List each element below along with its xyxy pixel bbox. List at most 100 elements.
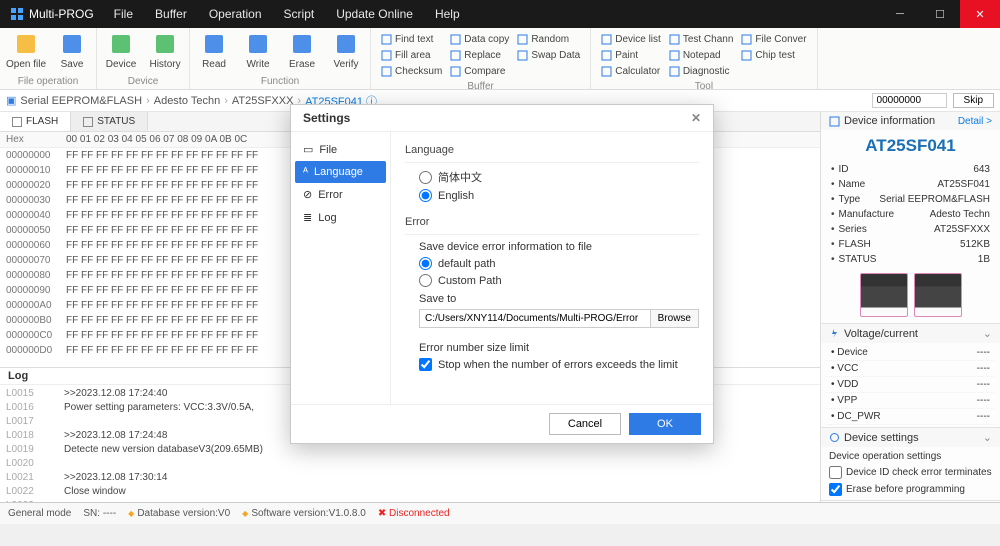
setting-erase-before[interactable]: Erase before programming bbox=[827, 481, 994, 498]
menu-script[interactable]: Script bbox=[274, 0, 325, 28]
hex-head-label: Hex bbox=[6, 134, 66, 145]
device-name: AT25SF041 bbox=[821, 130, 1000, 162]
sw-version: Software version:V1.0.8.0 bbox=[242, 508, 366, 519]
dlg-nav-error[interactable]: ⊘Error bbox=[295, 183, 386, 206]
window-buttons: ─ ☐ ✕ bbox=[880, 0, 1000, 28]
volt-vcc: • VCC---- bbox=[827, 361, 994, 377]
tab-flash[interactable]: FLASH bbox=[0, 112, 71, 131]
verify-button[interactable]: Verify bbox=[328, 30, 364, 70]
menu-buffer[interactable]: Buffer bbox=[145, 0, 197, 28]
save-path-input[interactable] bbox=[419, 309, 651, 328]
menu-help[interactable]: Help bbox=[425, 0, 470, 28]
tool-replace[interactable]: Replace bbox=[450, 48, 509, 63]
browse-button[interactable]: Browse bbox=[651, 309, 699, 328]
cancel-button[interactable]: Cancel bbox=[549, 413, 621, 435]
log-line: L0019Detecte new version databaseV3(209.… bbox=[6, 443, 814, 457]
limit-checkbox[interactable]: Stop when the number of errors exceeds t… bbox=[419, 358, 699, 371]
device-settings-head[interactable]: Device settings ⌄ bbox=[821, 428, 1000, 447]
open-file-button[interactable]: Open file bbox=[6, 30, 46, 70]
save-icon bbox=[58, 30, 86, 58]
dlg-nav-log[interactable]: ≣Log bbox=[295, 206, 386, 229]
tool-file-conver[interactable]: File Conver bbox=[741, 32, 806, 47]
device-thumb[interactable] bbox=[914, 273, 962, 317]
log-icon: ≣ bbox=[303, 211, 312, 224]
dev-row-flash: FLASH512KB bbox=[821, 237, 1000, 252]
voltage-title: Voltage/current bbox=[844, 328, 918, 340]
tool-device-list[interactable]: Device list bbox=[601, 32, 661, 47]
verify-icon bbox=[332, 30, 360, 58]
tool-data-copy[interactable]: Data copy bbox=[450, 32, 509, 47]
tool-checksum[interactable]: Checksum bbox=[381, 64, 442, 79]
gear-icon bbox=[829, 432, 840, 443]
language-icon: ᴬ bbox=[303, 166, 308, 178]
erase-button[interactable]: Erase bbox=[284, 30, 320, 70]
chip-icon bbox=[829, 116, 840, 127]
tool-notepad[interactable]: Notepad bbox=[669, 48, 734, 63]
minimize-button[interactable]: ─ bbox=[880, 0, 920, 28]
tool-test-chann[interactable]: Test Chann bbox=[669, 32, 734, 47]
voltage-head[interactable]: Voltage/current ⌄ bbox=[821, 324, 1000, 343]
tool-find-text[interactable]: Find text bbox=[381, 32, 442, 47]
tab-status[interactable]: STATUS bbox=[71, 112, 148, 131]
write-button[interactable]: Write bbox=[240, 30, 276, 70]
menu-file[interactable]: File bbox=[104, 0, 143, 28]
address-input[interactable] bbox=[872, 93, 947, 108]
tool-paint[interactable]: Paint bbox=[601, 48, 661, 63]
log-line: L0022Close window bbox=[6, 485, 814, 499]
volt-vdd: • VDD---- bbox=[827, 377, 994, 393]
menu-operation[interactable]: Operation bbox=[199, 0, 272, 28]
bc-item[interactable]: AT25SFXXX bbox=[232, 95, 294, 107]
maximize-button[interactable]: ☐ bbox=[920, 0, 960, 28]
voltage-panel: Voltage/current ⌄ • Device----• VCC----•… bbox=[821, 324, 1000, 428]
custom-path-radio[interactable]: Custom Path bbox=[419, 274, 699, 287]
default-path-radio[interactable]: default path bbox=[419, 257, 699, 270]
dialog-close-button[interactable]: ✕ bbox=[691, 111, 701, 125]
limit-label: Error number size limit bbox=[419, 342, 699, 354]
volt-device: • Device---- bbox=[827, 345, 994, 361]
error-label: Error bbox=[405, 216, 699, 228]
close-button[interactable]: ✕ bbox=[960, 0, 1000, 28]
bc-item[interactable]: Adesto Techn bbox=[154, 95, 220, 107]
lang-en-radio[interactable]: English bbox=[419, 189, 699, 202]
detail-link[interactable]: Detail > bbox=[958, 116, 992, 127]
error-icon: ⊘ bbox=[303, 188, 312, 201]
device-info-head[interactable]: Device information Detail > bbox=[821, 112, 1000, 130]
skip-button[interactable]: Skip bbox=[953, 93, 994, 108]
tool-random[interactable]: Random bbox=[517, 32, 580, 47]
ribbon: Open fileSaveFile operationDeviceHistory… bbox=[0, 28, 1000, 90]
tool-diagnostic[interactable]: Diagnostic bbox=[669, 64, 734, 79]
titlebar: Multi-PROG FileBufferOperationScriptUpda… bbox=[0, 0, 1000, 28]
dlg-nav-language[interactable]: ᴬLanguage bbox=[295, 161, 386, 183]
tool-compare[interactable]: Compare bbox=[450, 64, 509, 79]
ribbon-group-function: ReadWriteEraseVerifyFunction bbox=[190, 28, 371, 89]
dev-row-status: STATUS1B bbox=[821, 252, 1000, 267]
checkbox[interactable] bbox=[829, 483, 842, 496]
dev-row-manufacture: ManufactureAdesto Techn bbox=[821, 207, 1000, 222]
save-button[interactable]: Save bbox=[54, 30, 90, 70]
dialog-footer: Cancel OK bbox=[291, 404, 713, 443]
device-button[interactable]: Device bbox=[103, 30, 139, 70]
erase-icon bbox=[288, 30, 316, 58]
db-version: Database version:V0 bbox=[128, 508, 230, 519]
tab-icon bbox=[12, 117, 22, 127]
setting-id-check[interactable]: Device ID check error terminates the op bbox=[827, 464, 994, 481]
device-icon bbox=[107, 30, 135, 58]
ok-button[interactable]: OK bbox=[629, 413, 701, 435]
mode-label: General mode bbox=[8, 508, 71, 519]
tool-swap-data[interactable]: Swap Data bbox=[517, 48, 580, 63]
device-thumb[interactable] bbox=[860, 273, 908, 317]
lang-cn-radio[interactable]: 简体中文 bbox=[419, 169, 699, 185]
save-to-label: Save to bbox=[419, 293, 699, 305]
chevron-down-icon: ⌄ bbox=[983, 327, 992, 340]
tool-chip-test[interactable]: Chip test bbox=[741, 48, 806, 63]
menu-update-online[interactable]: Update Online bbox=[326, 0, 423, 28]
tool-calculator[interactable]: Calculator bbox=[601, 64, 661, 79]
checkbox[interactable] bbox=[829, 466, 842, 479]
tool-fill-area[interactable]: Fill area bbox=[381, 48, 442, 63]
home-icon[interactable]: ▣ bbox=[6, 94, 16, 107]
read-icon bbox=[200, 30, 228, 58]
bc-item[interactable]: Serial EEPROM&FLASH bbox=[20, 95, 142, 107]
read-button[interactable]: Read bbox=[196, 30, 232, 70]
history-button[interactable]: History bbox=[147, 30, 183, 70]
dlg-nav-file[interactable]: ▭File bbox=[295, 138, 386, 161]
